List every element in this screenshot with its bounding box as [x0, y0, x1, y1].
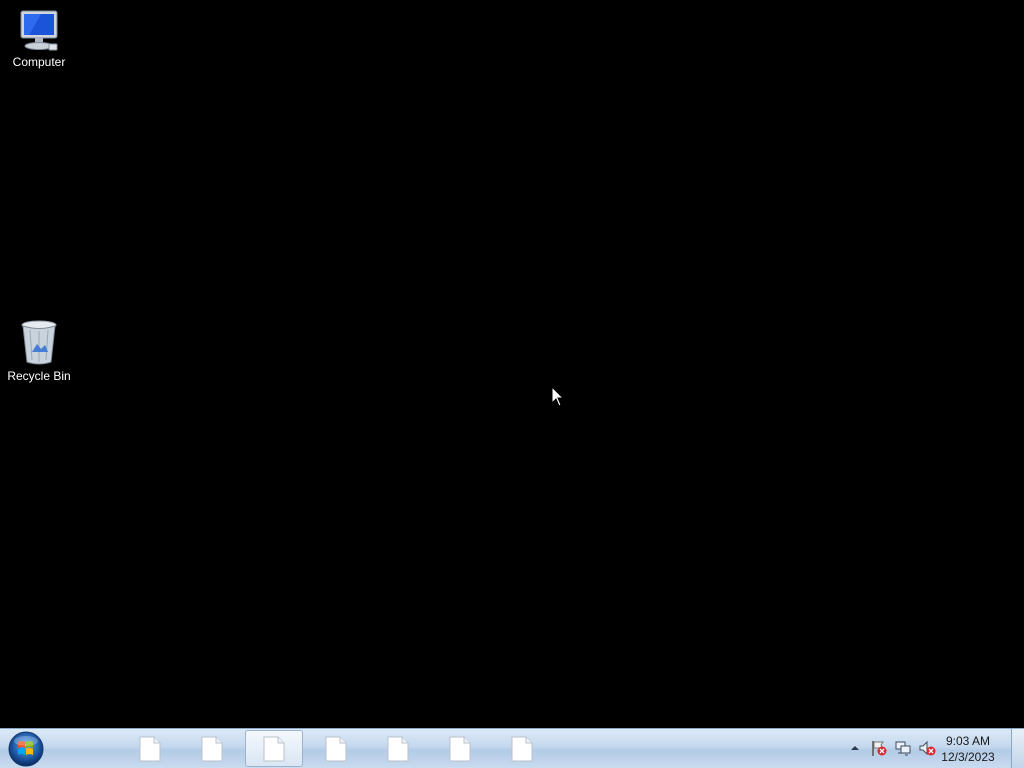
notification-area: 9:03 AM 12/3/2023 — [834, 729, 1024, 768]
desktop-icon-recycle-bin[interactable]: Recycle Bin — [1, 318, 77, 383]
taskbar-button[interactable] — [121, 730, 179, 767]
computer-icon — [20, 10, 58, 51]
document-icon — [139, 736, 161, 761]
document-icon — [201, 736, 223, 761]
show-desktop-button[interactable] — [1011, 729, 1024, 768]
taskbar-button[interactable] — [431, 730, 489, 767]
action-center-flag-error-icon[interactable] — [870, 739, 888, 757]
desktop[interactable]: Computer Recycle Bin — [0, 0, 1024, 728]
start-button[interactable] — [4, 730, 46, 768]
taskbar: 9:03 AM 12/3/2023 — [0, 728, 1024, 768]
network-icon[interactable] — [894, 739, 912, 757]
desktop-icon-label: Computer — [12, 55, 66, 69]
mouse-cursor-icon — [551, 386, 565, 407]
document-icon — [387, 736, 409, 761]
taskbar-button[interactable] — [307, 730, 365, 767]
desktop-icon-computer[interactable]: Computer — [1, 8, 77, 69]
taskbar-button-active[interactable] — [245, 730, 303, 767]
taskbar-button[interactable] — [493, 730, 551, 767]
clock-date: 12/3/2023 — [941, 750, 995, 764]
recycle-bin-icon — [21, 320, 57, 365]
document-icon — [449, 736, 471, 761]
document-icon — [325, 736, 347, 761]
clock[interactable]: 9:03 AM 12/3/2023 — [934, 733, 1002, 765]
taskbar-button[interactable] — [183, 730, 241, 767]
document-icon — [511, 736, 533, 761]
desktop-icon-label: Recycle Bin — [7, 369, 71, 383]
taskbar-button[interactable] — [369, 730, 427, 767]
document-icon — [263, 736, 285, 761]
clock-time: 9:03 AM — [945, 734, 991, 748]
show-hidden-icons-arrow-icon[interactable] — [846, 739, 864, 757]
windows-start-orb-icon — [8, 731, 44, 767]
